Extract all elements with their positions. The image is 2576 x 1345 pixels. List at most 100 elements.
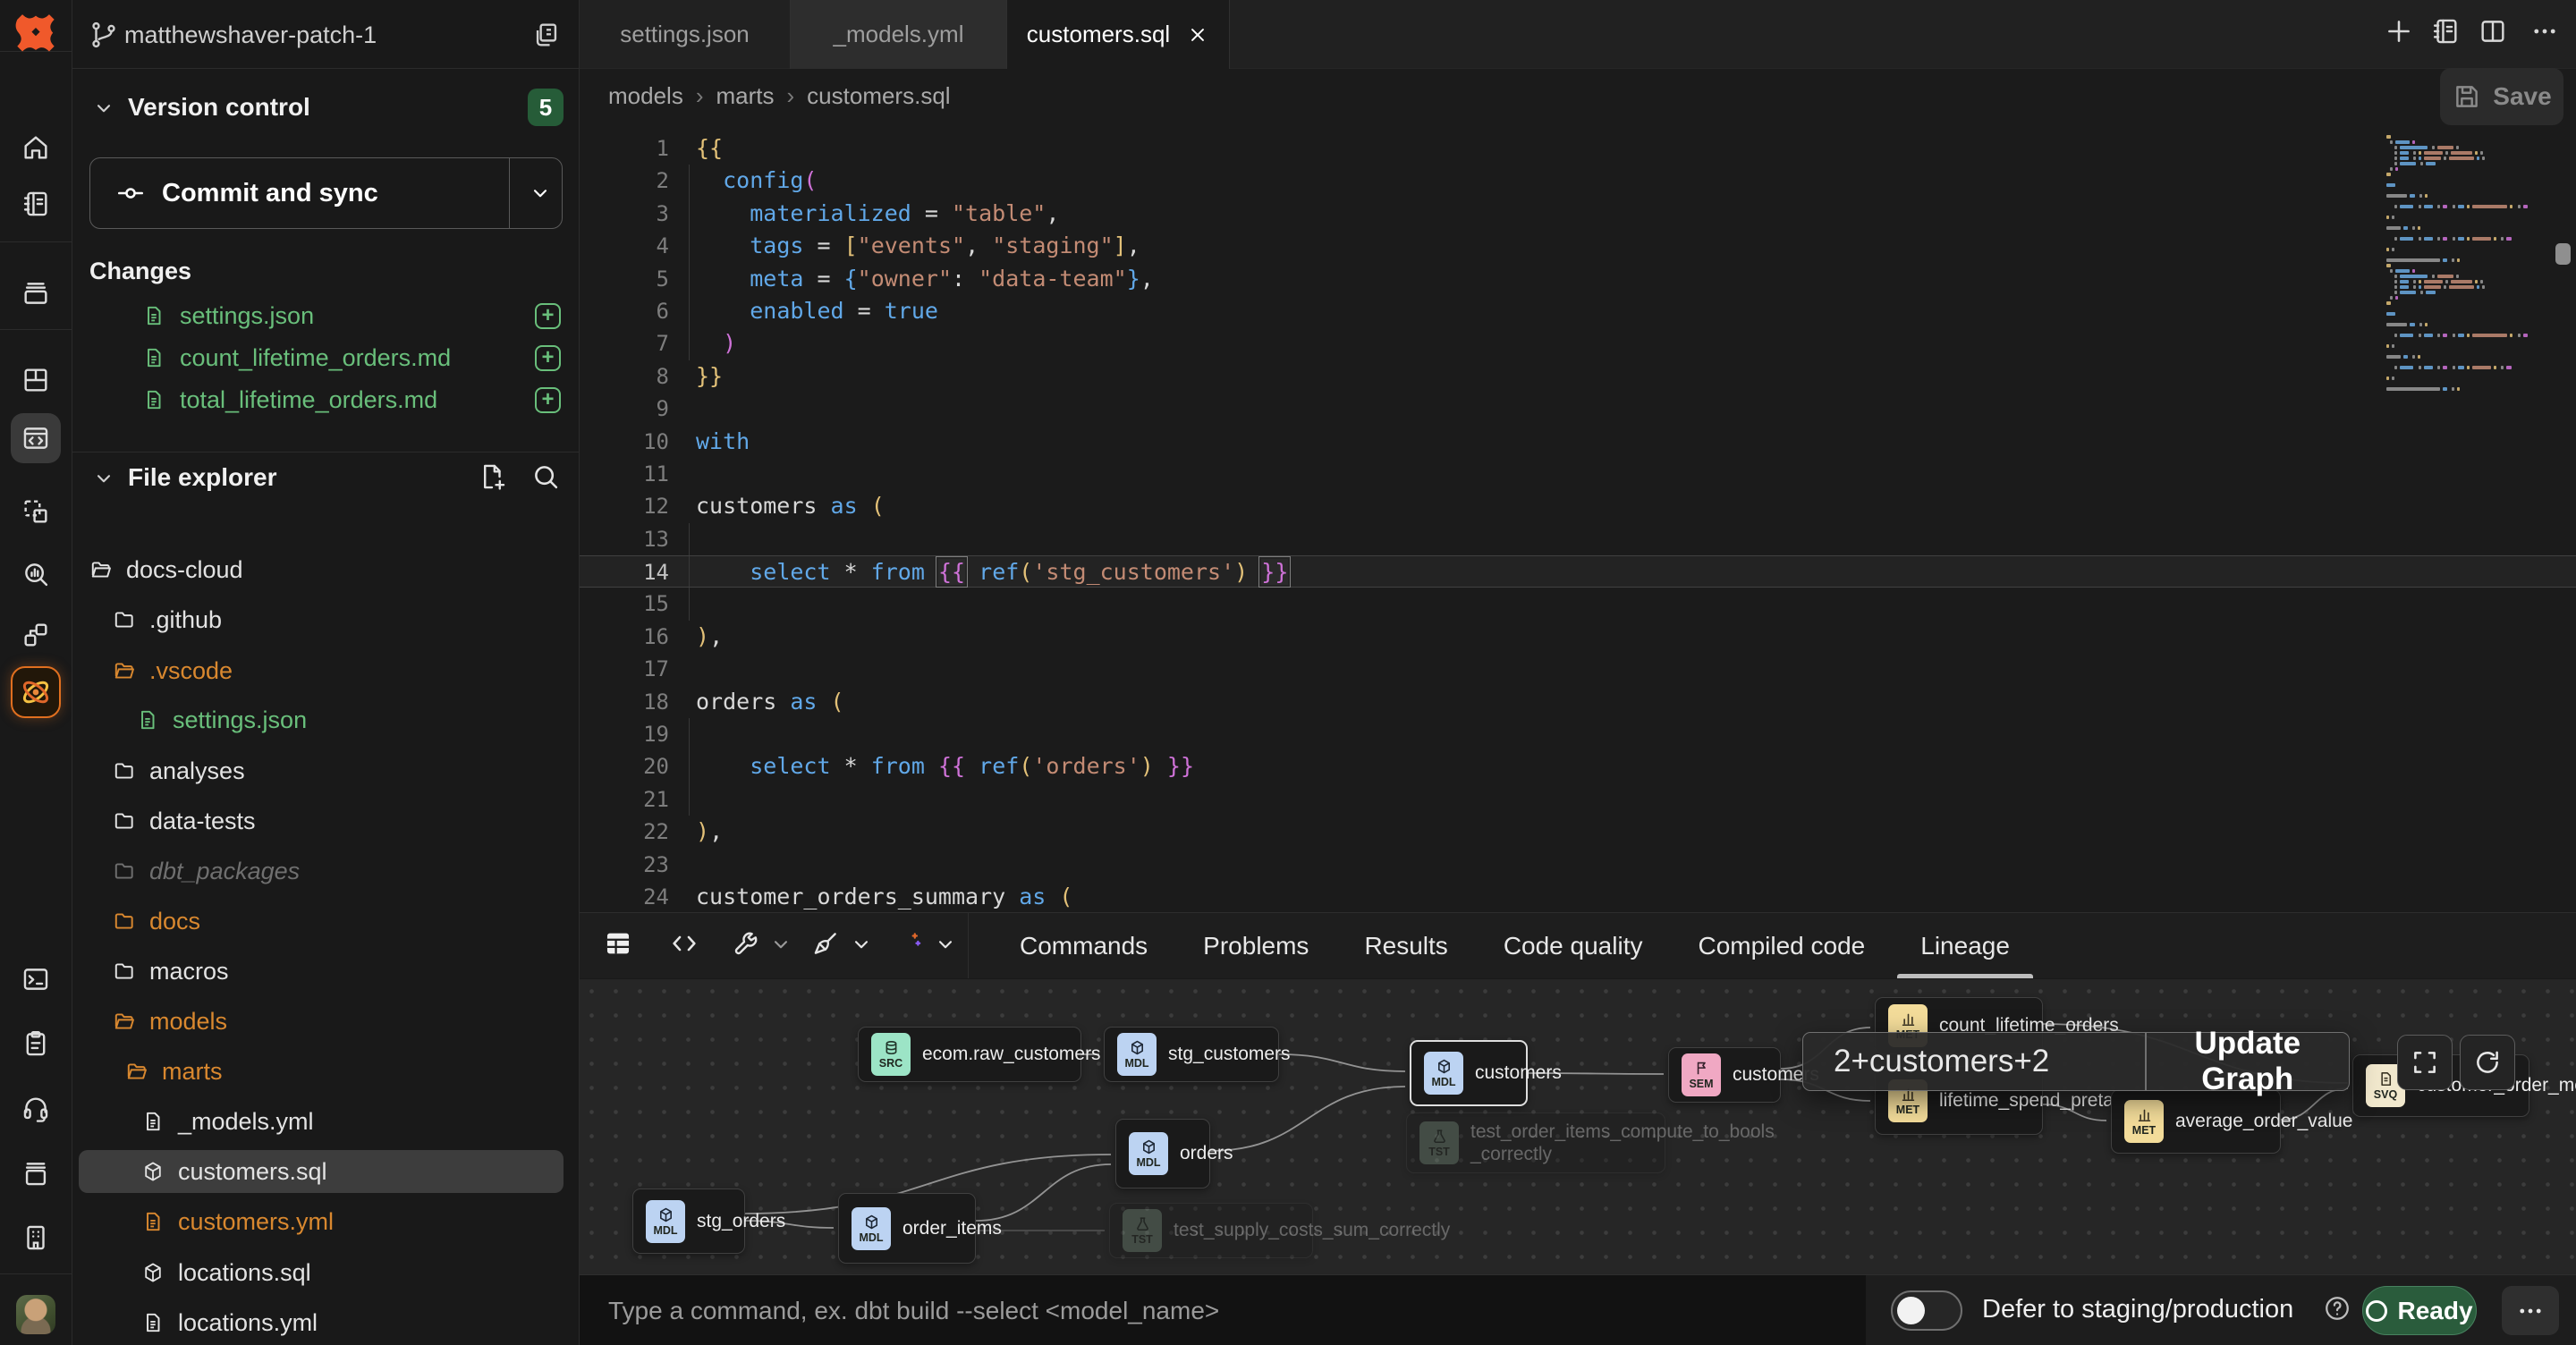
notebook-icon[interactable] [11,179,61,229]
tree-item-models[interactable]: models [72,1000,580,1043]
code-line-19[interactable]: 19 [580,718,2576,750]
lineage-search-input[interactable]: 2+customers+2 [1803,1044,2145,1079]
lineage-node-stg_customers[interactable]: MDLstg_customers [1104,1027,1279,1082]
breadcrumb-item[interactable]: customers.sql [807,82,950,110]
panel-tab-Compiled code[interactable]: Compiled code [1698,913,1865,978]
code-line-4[interactable]: 4 tags = ["events", "staging"], [580,230,2576,262]
code-editor[interactable]: 1{{2 config(3 materialized = "table",4 t… [580,132,2576,916]
notebook-panel-icon[interactable] [2430,16,2461,47]
code-line-5[interactable]: 5 meta = {"owner": "data-team"}, [580,263,2576,295]
lineage-node-order_items[interactable]: MDLorder_items [838,1193,976,1264]
tree-item-macros[interactable]: macros [72,950,580,993]
tree-item-_models.yml[interactable]: _models.yml [72,1100,580,1143]
results-table-icon[interactable] [603,928,633,959]
tree-item-locations.sql[interactable]: locations.sql [72,1251,580,1294]
help-question-icon[interactable] [2322,1293,2352,1324]
book-icon[interactable] [11,1148,61,1198]
branch-name[interactable]: matthewshaver-patch-1 [124,21,377,49]
panel-tab-Commands[interactable]: Commands [1020,913,1148,978]
network-icon[interactable] [11,610,61,660]
version-control-title[interactable]: Version control [128,93,310,122]
changed-file-row[interactable]: total_lifetime_orders.md+ [72,379,580,420]
command-input[interactable] [580,1275,1866,1345]
fullscreen-button[interactable] [2397,1035,2453,1090]
panel-tab-Problems[interactable]: Problems [1203,913,1309,978]
code-line-1[interactable]: 1{{ [580,132,2576,165]
tree-item-customers.yml[interactable]: customers.yml [72,1200,580,1243]
code-line-17[interactable]: 17 [580,653,2576,685]
more-options-icon[interactable] [2529,16,2560,47]
build-wrench-icon[interactable] [730,928,760,959]
tab-customers.sql[interactable]: customers.sql [1007,0,1230,69]
building-icon[interactable] [11,1213,61,1263]
scrollbar-handle[interactable] [2555,243,2571,265]
defer-toggle[interactable] [1891,1290,1962,1331]
chevron-down-icon[interactable] [934,933,957,956]
commit-and-sync-button[interactable]: Commit and sync [89,157,563,229]
new-tab-icon[interactable] [2384,16,2414,47]
dbt-copilot-icon[interactable] [11,667,61,717]
breadcrumb-item[interactable]: models [608,82,683,110]
status-badge[interactable]: Ready [2362,1286,2477,1335]
tree-item-locations.yml[interactable]: locations.yml [72,1301,580,1344]
terminal-icon[interactable] [11,954,61,1004]
lineage-node-customers[interactable]: SEMcustomers [1668,1047,1781,1103]
minimap[interactable] [2386,134,2553,392]
lineage-node-stg_orders[interactable]: MDLstg_orders [632,1189,745,1254]
refresh-graph-button[interactable] [2460,1035,2515,1090]
lineage-node-test_supply_costs_sum_correctly[interactable]: TSTtest_supply_costs_sum_correctly [1109,1203,1313,1258]
layers-icon[interactable] [11,268,61,318]
copy-branch-icon[interactable] [531,20,562,50]
tree-item-analyses[interactable]: analyses [72,749,580,792]
code-line-21[interactable]: 21 [580,783,2576,816]
lineage-node-average_order_value[interactable]: METaverage_order_value [2111,1089,2281,1154]
lineage-canvas[interactable]: SRCecom.raw_customers MDLstg_customers MDL… [580,978,2576,1275]
split-editor-icon[interactable] [2478,16,2508,47]
code-line-13[interactable]: 13 [580,523,2576,555]
close-tab-icon[interactable] [1186,23,1209,47]
commit-dropdown-chevron-icon[interactable] [529,182,552,205]
code-line-12[interactable]: 12customers as ( [580,490,2576,522]
frame-icon[interactable] [11,486,61,537]
lineage-node-orders[interactable]: MDLorders [1115,1119,1210,1189]
tree-item-docs[interactable]: docs [72,900,580,943]
tree-item-settings.json[interactable]: settings.json+ [72,698,580,741]
code-line-10[interactable]: 10with [580,426,2576,458]
changed-file-row[interactable]: count_lifetime_orders.md+ [72,337,580,378]
save-button[interactable]: Save [2440,68,2563,125]
update-graph-button[interactable]: Update Graph [2147,1026,2350,1097]
lineage-node-ecom.raw_customers[interactable]: SRCecom.raw_customers [858,1027,1081,1082]
clipboard-icon[interactable] [11,1019,61,1069]
code-line-24[interactable]: 24customer_orders_summary as ( [580,881,2576,913]
headset-icon[interactable] [11,1084,61,1134]
tree-item-data-tests[interactable]: data-tests [72,799,580,842]
panel-tab-Results[interactable]: Results [1364,913,1447,978]
code-line-6[interactable]: 6 enabled = true [580,295,2576,327]
format-broom-icon[interactable] [810,928,841,959]
tab-_models.yml[interactable]: _models.yml [791,0,1007,69]
tree-item-dbt_packages[interactable]: dbt_packages [72,850,580,892]
chevron-down-icon[interactable] [769,933,792,956]
code-line-20[interactable]: 20 select * from {{ ref('orders') }} [580,750,2576,782]
dbt-logo[interactable] [11,7,61,57]
changed-file-row[interactable]: settings.json+ [72,295,580,336]
code-line-14[interactable]: 14 select * from {{ ref('stg_customers')… [580,555,2576,588]
user-avatar[interactable] [11,1290,61,1340]
code-line-2[interactable]: 2 config( [580,165,2576,197]
ai-wand-icon[interactable] [893,928,923,959]
chevron-down-icon[interactable] [92,467,115,490]
breadcrumb-item[interactable]: marts [716,82,775,110]
file-explorer-title[interactable]: File explorer [128,463,277,492]
tree-item-customers.sql[interactable]: customers.sql [72,1150,580,1193]
tab-settings.json[interactable]: settings.json [580,0,791,69]
panel-tab-Code quality[interactable]: Code quality [1504,913,1643,978]
new-file-icon[interactable] [477,461,507,492]
lineage-node-customers[interactable]: MDLcustomers [1410,1040,1528,1106]
more-actions-button[interactable] [2502,1286,2559,1335]
code-line-22[interactable]: 22), [580,816,2576,848]
code-line-16[interactable]: 16), [580,621,2576,653]
tree-item-marts[interactable]: marts [72,1050,580,1093]
code-line-9[interactable]: 9 [580,393,2576,425]
lineage-node-test_order_items_compute_to_bools[interactable]: TSTtest_order_items_compute_to_bools_cor… [1406,1112,1665,1173]
code-line-23[interactable]: 23 [580,849,2576,881]
